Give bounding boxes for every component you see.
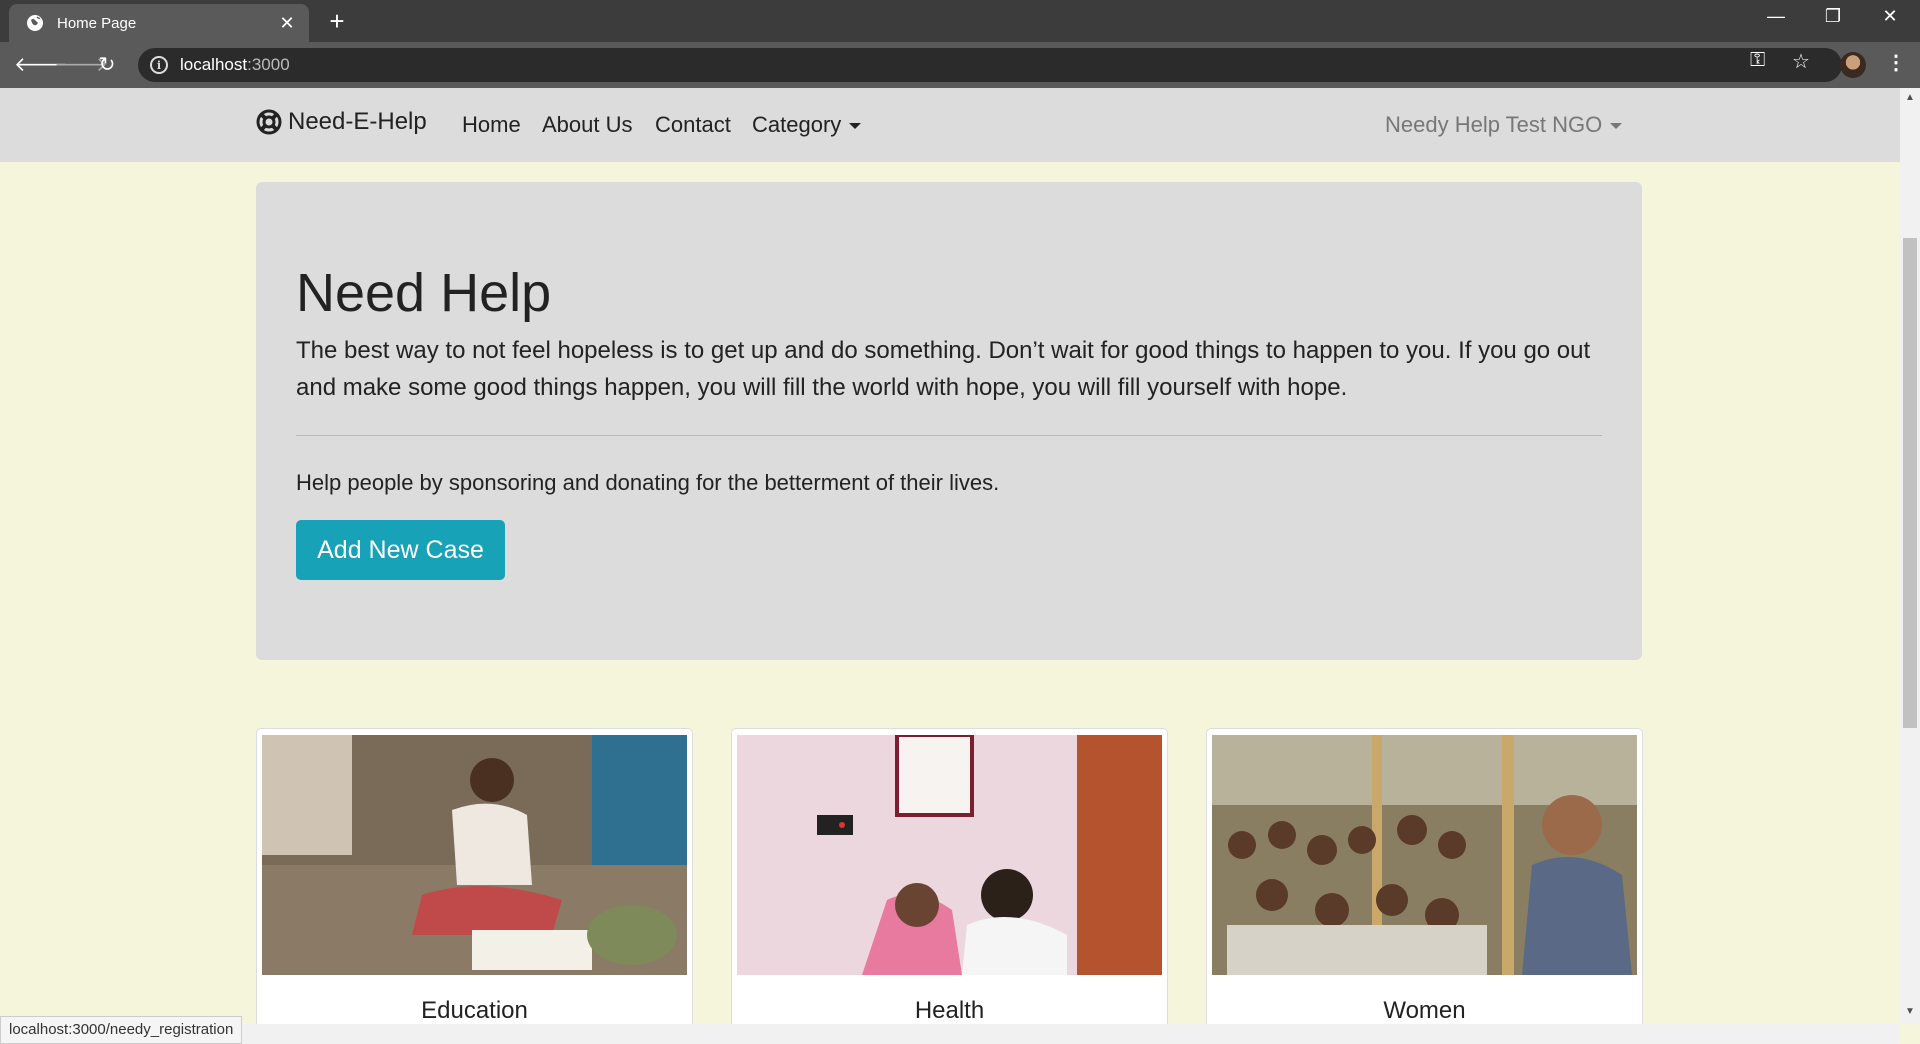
profile-avatar[interactable] [1840, 52, 1866, 78]
hero-title: Need Help [296, 263, 552, 323]
nav-about[interactable]: About Us [542, 112, 633, 138]
star-icon[interactable]: ☆ [1792, 49, 1810, 74]
brand-link[interactable]: Need-E-Help [256, 108, 427, 136]
education-image [262, 735, 687, 975]
nav-contact[interactable]: Contact [655, 112, 731, 138]
user-name: Needy Help Test NGO [1385, 112, 1603, 137]
hero-lead: The best way to not feel hopeless is to … [296, 337, 1591, 401]
vertical-scrollbar[interactable]: ▲ ▼ [1900, 88, 1920, 1024]
browser-toolbar: 🡐 🡒 ↻ i localhost:3000 ⚿ ☆ [0, 42, 1920, 88]
menu-icon[interactable]: ⋮ [1886, 50, 1906, 75]
scroll-thumb[interactable] [1903, 238, 1917, 728]
caret-down-icon [1610, 123, 1623, 130]
url-host: localhost [180, 55, 248, 74]
status-bar-url: localhost:3000/needy_registration [0, 1016, 243, 1044]
lifebuoy-icon [256, 109, 282, 135]
close-tab-icon[interactable]: ✕ [277, 13, 297, 34]
key-icon[interactable]: ⚿ [1750, 49, 1765, 72]
scroll-up-icon[interactable]: ▲ [1900, 92, 1920, 103]
restore-button[interactable]: ❐ [1813, 6, 1853, 27]
browser-tabbar: Home Page ✕ + — ❐ ✕ [0, 0, 1920, 42]
site-navbar: Need-E-Help Home About Us Contact Catego… [0, 88, 1900, 162]
caret-down-icon [849, 123, 862, 130]
card-title: Health [914, 997, 985, 1024]
window-close-button[interactable]: ✕ [1870, 6, 1910, 27]
tab-title: Home Page [57, 14, 137, 32]
divider [296, 435, 1602, 436]
browser-tab[interactable]: Home Page ✕ [9, 4, 309, 42]
scroll-down-icon[interactable]: ▼ [1900, 1006, 1920, 1017]
card-title: Women [1383, 997, 1466, 1024]
nav-category-label: Category [752, 112, 842, 137]
back-icon[interactable]: 🡐 [14, 53, 68, 77]
category-card-education[interactable]: Education [256, 728, 693, 1028]
brand-name: Need-E-Help [288, 108, 427, 135]
hero-jumbotron: Need Help The best way to not feel hopel… [256, 182, 1642, 660]
card-title: Education [421, 997, 528, 1024]
health-image [737, 735, 1162, 975]
category-card-health[interactable]: Health [731, 728, 1168, 1028]
forward-icon[interactable]: 🡒 [54, 53, 108, 77]
minimize-button[interactable]: — [1756, 6, 1796, 27]
women-image [1212, 735, 1637, 975]
nav-home[interactable]: Home [462, 112, 521, 138]
user-dropdown[interactable]: Needy Help Test NGO [1385, 112, 1623, 138]
url-port: :3000 [247, 55, 290, 74]
horizontal-scrollbar[interactable] [0, 1024, 1900, 1044]
info-icon[interactable]: i [150, 56, 168, 74]
reload-icon[interactable]: ↻ [94, 53, 120, 77]
new-tab-button[interactable]: + [323, 8, 351, 34]
nav-category-dropdown[interactable]: Category [752, 112, 862, 138]
globe-icon [25, 13, 45, 33]
category-card-women[interactable]: Women [1206, 728, 1643, 1028]
address-bar[interactable]: i localhost:3000 [138, 48, 1842, 82]
hero-text: Help people by sponsoring and donating f… [296, 470, 1000, 495]
add-new-case-button[interactable]: Add New Case [296, 520, 505, 580]
